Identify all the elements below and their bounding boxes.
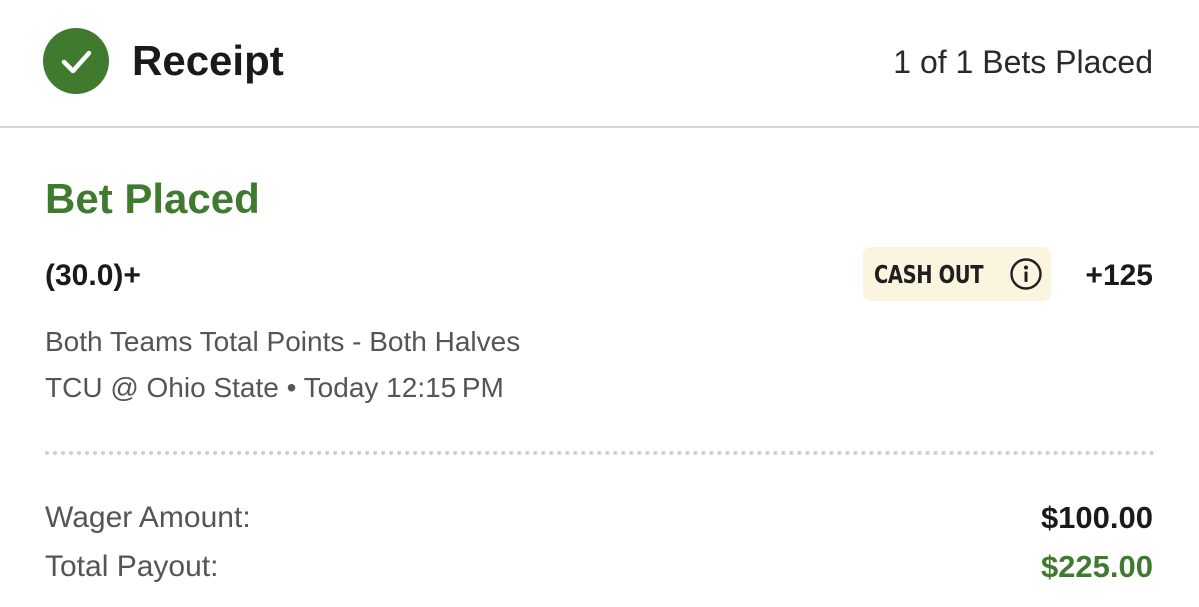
bets-placed-count: 1 of 1 Bets Placed: [893, 44, 1153, 80]
info-icon[interactable]: [1009, 257, 1043, 291]
total-payout-value: $225.00: [1040, 549, 1153, 584]
wager-amount-label: Wager Amount:: [45, 501, 251, 534]
check-circle-icon: [43, 28, 109, 94]
bet-market: Both Teams Total Points - Both Halves: [45, 326, 521, 357]
bet-status: Bet Placed: [45, 175, 260, 222]
receipt-header: Receipt 1 of 1 Bets Placed: [0, 0, 1199, 128]
bet-odds: +125: [1085, 259, 1153, 292]
bet-selection: (30.0)+: [45, 259, 141, 292]
cash-out-button[interactable]: CASH OUT: [863, 247, 1051, 301]
divider: [45, 451, 1155, 455]
total-payout-label: Total Payout:: [45, 550, 219, 583]
page-title: Receipt: [132, 37, 284, 84]
wager-amount-value: $100.00: [1040, 500, 1153, 535]
bet-event: TCU @ Ohio State • Today 12:15 PM: [45, 372, 504, 403]
cash-out-label: CASH OUT: [874, 259, 984, 289]
